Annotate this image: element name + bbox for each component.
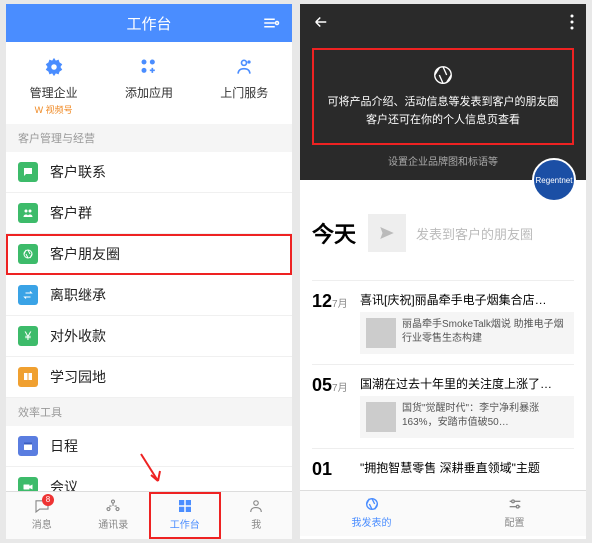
nav-posted[interactable]: 我发表的 [300,491,443,536]
nav-label: 我 [221,516,293,531]
today-label: 今天 [312,217,356,249]
article-thumb [366,318,396,348]
book-icon [18,367,38,387]
back-icon[interactable] [312,13,330,31]
list-item-contact[interactable]: 客户联系 [6,152,292,193]
section-label: 客户管理与经营 [6,124,292,152]
feed-date: 057月 [312,375,360,438]
nav-me[interactable]: 我 [221,492,293,539]
list-item-payment[interactable]: ¥ 对外收款 [6,316,292,357]
service-icon [233,56,255,78]
top-action-label: 添加应用 [102,84,196,101]
grid-icon [149,496,221,516]
list-item-label: 离职继承 [50,285,106,305]
list-item-label: 客户联系 [50,162,106,182]
compose-placeholder: 发表到客户的朋友圈 [416,224,533,243]
bottom-nav: 8 消息 通讯录 工作台 我 [6,491,292,539]
nav-label: 通讯录 [78,516,150,531]
feed-title: 喜讯[庆祝]丽晶牵手电子烟集合店… [360,291,574,308]
nav-config[interactable]: 配置 [443,491,586,536]
money-icon: ¥ [18,326,38,346]
feed-date: 01 [312,459,360,480]
feed-date: 127月 [312,291,360,354]
gear-icon [43,56,65,78]
section-label: 效率工具 [6,398,292,426]
top-action-label: 管理企业 [6,84,100,101]
list-item-label: 客户朋友圈 [50,244,120,264]
top-action-label: 上门服务 [197,84,291,101]
dark-header: 可将产品介绍、活动信息等发表到客户的朋友圈 客户还可在你的个人信息页查看 设置企… [300,4,586,180]
avatar[interactable]: Regentnet [532,158,576,202]
feed-title: "拥抱智慧零售 深耕垂直领域"主题 [360,459,574,476]
aperture-icon [18,244,38,264]
person-icon [221,496,293,516]
list-item-label: 会议 [50,477,78,491]
article-thumb [366,402,396,432]
list-item-label: 客户群 [50,203,92,223]
chat-icon [18,162,38,182]
nav-label: 我发表的 [300,514,443,529]
header-title: 工作台 [126,13,171,34]
article-text: 国货"觉醒时代"：李宁净利暴涨163%，安踏市值破50… [402,402,568,432]
bottom-nav: 我发表的 配置 [300,490,586,536]
promo-line2: 客户还可在你的个人信息页查看 [324,112,562,130]
aperture-icon [300,496,443,514]
top-action-add[interactable]: 添加应用 [102,56,196,116]
header: 工作台 [6,4,292,42]
article-card[interactable]: 丽晶牵手SmokeTalk烟说 助推电子烟行业零售生态构建 [360,312,574,354]
swap-icon [18,285,38,305]
nav-contacts[interactable]: 通讯录 [78,492,150,539]
feed-item[interactable]: 057月 国潮在过去十年里的关注度上涨了… 国货"觉醒时代"：李宁净利暴涨163… [312,364,574,448]
nav-workbench[interactable]: 工作台 [149,492,221,539]
header-action-icon[interactable] [262,14,280,32]
feed-item[interactable]: 01 "拥抱智慧零售 深耕垂直领域"主题 [312,448,574,490]
nav-label: 配置 [443,514,586,529]
feed: 今天 发表到客户的朋友圈 127月 喜讯[庆祝]丽晶牵手电子烟集合店… 丽晶牵手… [300,180,586,490]
top-action-service[interactable]: 上门服务 [197,56,291,116]
list-item-group[interactable]: 客户群 [6,193,292,234]
aperture-icon [432,64,454,86]
feed-title: 国潮在过去十年里的关注度上涨了… [360,375,574,392]
article-text: 丽晶牵手SmokeTalk烟说 助推电子烟行业零售生态构建 [402,318,568,348]
video-badge: W 视频号 [6,103,100,116]
contacts-icon [78,496,150,516]
nav-messages[interactable]: 8 消息 [6,492,78,539]
group-icon [18,203,38,223]
list-item-label: 对外收款 [50,326,106,346]
calendar-icon [18,436,38,456]
top-action-manage[interactable]: 管理企业 W 视频号 [6,56,100,116]
promo-line1: 可将产品介绍、活动信息等发表到客户的朋友圈 [324,94,562,112]
apps-icon [138,56,160,78]
nav-label: 消息 [6,516,78,531]
nav-label: 工作台 [149,516,221,531]
top-actions: 管理企业 W 视频号 添加应用 上门服务 [6,42,292,124]
sliders-icon [443,496,586,514]
compose-icon [368,214,406,252]
feed-item[interactable]: 127月 喜讯[庆祝]丽晶牵手电子烟集合店… 丽晶牵手SmokeTalk烟说 助… [312,280,574,364]
list-item-moments[interactable]: 客户朋友圈 [6,234,292,275]
list-item-handover[interactable]: 离职继承 [6,275,292,316]
compose-entry[interactable]: 今天 发表到客户的朋友圈 [312,214,574,252]
list-item-learn[interactable]: 学习园地 [6,357,292,398]
annotation-arrow [136,449,166,489]
video-icon [18,477,38,491]
promo-box: 可将产品介绍、活动信息等发表到客户的朋友圈 客户还可在你的个人信息页查看 [312,48,574,145]
article-card[interactable]: 国货"觉醒时代"：李宁净利暴涨163%，安踏市值破50… [360,396,574,438]
more-icon[interactable] [570,14,574,30]
list-item-label: 日程 [50,436,78,456]
list-item-label: 学习园地 [50,367,106,387]
